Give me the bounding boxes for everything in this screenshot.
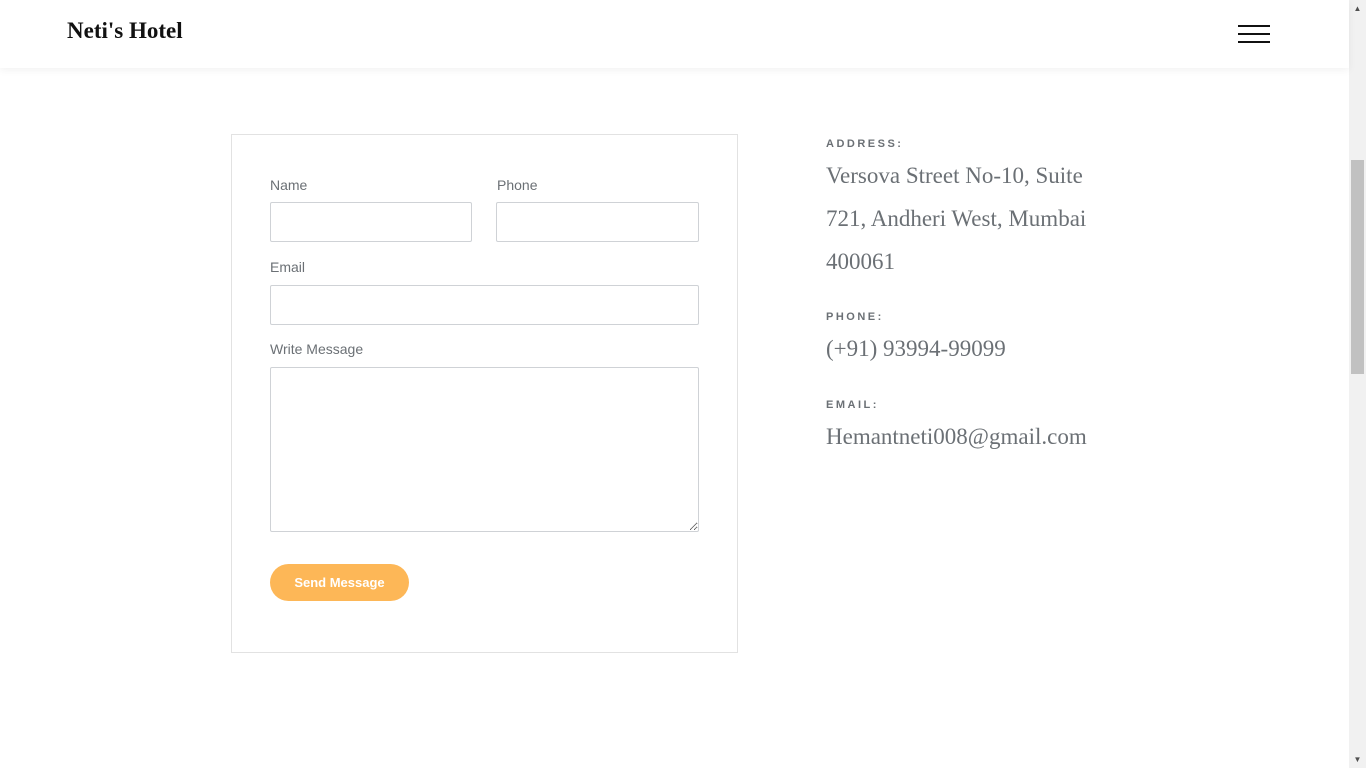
email-title: EMAIL: — [826, 399, 879, 411]
phone-label: Phone — [497, 177, 538, 193]
send-message-button[interactable]: Send Message — [270, 564, 409, 601]
phone-number: (+91) 93994-99099 — [826, 336, 1006, 361]
message-label: Write Message — [270, 341, 364, 357]
phone-title: PHONE: — [826, 311, 884, 323]
address-line-2: 721, Andheri West, Mumbai — [826, 206, 1087, 231]
menu-bar-bottom — [1238, 41, 1270, 43]
scrollbar-thumb[interactable] — [1351, 160, 1364, 374]
menu-bar-middle — [1238, 33, 1270, 35]
scroll-up-arrow-icon[interactable]: ▲ — [1349, 0, 1366, 17]
email-address: Hemantneti008@gmail.com — [826, 424, 1087, 449]
scroll-down-arrow-icon[interactable]: ▼ — [1349, 751, 1366, 768]
address-title: ADDRESS: — [826, 138, 904, 150]
phone-input[interactable] — [496, 202, 699, 242]
name-label: Name — [270, 177, 308, 193]
brand-logo-link[interactable]: Neti's Hotel — [67, 18, 183, 44]
address-line-1: Versova Street No-10, Suite — [826, 163, 1083, 188]
name-input[interactable] — [270, 202, 472, 242]
email-input[interactable] — [270, 285, 699, 325]
hamburger-menu-icon[interactable] — [1236, 22, 1272, 46]
address-line-3: 400061 — [826, 249, 895, 274]
vertical-scrollbar[interactable]: ▲ ▼ — [1349, 0, 1366, 768]
message-textarea[interactable] — [270, 367, 699, 532]
email-label: Email — [270, 259, 306, 275]
menu-bar-top — [1238, 25, 1270, 27]
top-navbar: Neti's Hotel — [0, 0, 1349, 68]
